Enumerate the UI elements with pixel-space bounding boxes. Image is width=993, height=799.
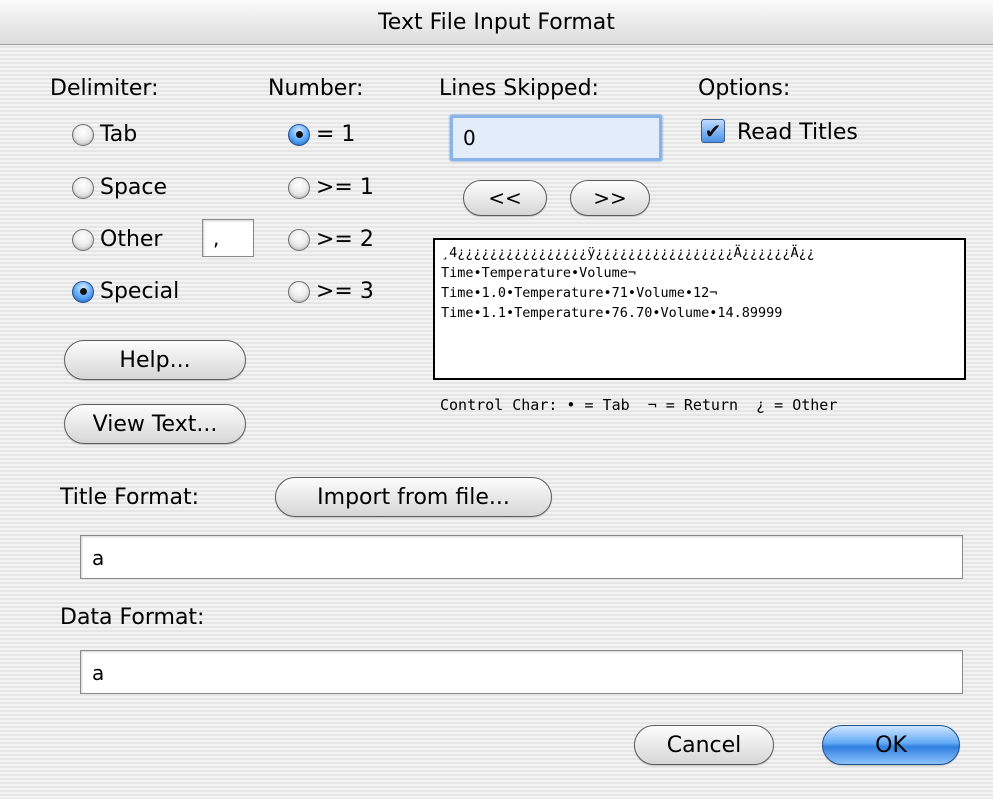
radio-icon <box>72 228 94 251</box>
import-from-file-button[interactable]: Import from file... <box>275 477 552 517</box>
lines-skipped-prev-button[interactable]: << <box>463 180 547 216</box>
radio-icon <box>288 123 310 146</box>
delimiter-space-radio[interactable]: Space <box>72 175 167 200</box>
control-char-legend: Control Char: • = Tab ¬ = Return ¿ = Oth… <box>440 396 838 414</box>
preview-line: Time•1.0•Temperature•71•Volume•12¬ <box>441 285 718 301</box>
lines-skipped-header: Lines Skipped: <box>439 76 599 101</box>
preview-line: Time•Temperature•Volume¬ <box>441 265 637 281</box>
options-header: Options: <box>698 76 791 101</box>
radio-label: >= 3 <box>316 279 374 304</box>
delimiter-header: Delimiter: <box>50 76 159 101</box>
title-format-label: Title Format: <box>60 485 200 510</box>
radio-label: Special <box>100 279 180 304</box>
radio-icon <box>72 123 94 146</box>
radio-icon <box>288 176 310 199</box>
delimiter-special-radio[interactable]: Special <box>72 279 179 304</box>
lines-skipped-next-button[interactable]: >> <box>570 180 650 216</box>
delimiter-other-radio[interactable]: Other <box>72 227 162 252</box>
read-titles-label: Read Titles <box>737 120 858 145</box>
help-button[interactable]: Help... <box>64 340 246 380</box>
number-ge2-radio[interactable]: >= 2 <box>288 227 374 252</box>
window-title: Text File Input Format <box>0 0 993 45</box>
radio-label: >= 1 <box>316 175 374 200</box>
radio-icon <box>288 280 310 303</box>
radio-icon <box>288 228 310 251</box>
radio-label: Other <box>100 227 163 252</box>
other-delimiter-input[interactable]: , <box>202 219 254 257</box>
dialog-window: Text File Input Format Delimiter: Number… <box>0 0 993 799</box>
radio-icon <box>72 280 94 303</box>
data-format-label: Data Format: <box>60 605 205 630</box>
title-format-input[interactable]: a <box>80 535 963 579</box>
radio-label: = 1 <box>316 122 356 147</box>
checkmark-icon: ✔ <box>704 119 722 143</box>
radio-label: >= 2 <box>316 227 374 252</box>
preview-line: ¸4¿¿¿¿¿¿¿¿¿¿¿¿¿¿¿¿ÿ¿¿¿¿¿¿¿¿¿¿¿¿¿¿¿¿¿Ä¿¿¿… <box>441 245 815 261</box>
ok-button[interactable]: OK <box>822 725 960 765</box>
radio-label: Space <box>100 175 168 200</box>
read-titles-checkbox[interactable]: ✔ <box>701 119 725 143</box>
number-ge3-radio[interactable]: >= 3 <box>288 279 374 304</box>
file-preview: ¸4¿¿¿¿¿¿¿¿¿¿¿¿¿¿¿¿ÿ¿¿¿¿¿¿¿¿¿¿¿¿¿¿¿¿¿Ä¿¿¿… <box>433 238 966 380</box>
radio-icon <box>72 176 94 199</box>
lines-skipped-input[interactable]: 0 <box>450 115 662 161</box>
radio-label: Tab <box>100 122 138 147</box>
delimiter-tab-radio[interactable]: Tab <box>72 122 137 147</box>
number-ge1-radio[interactable]: >= 1 <box>288 175 374 200</box>
cancel-button[interactable]: Cancel <box>634 725 774 765</box>
preview-line: Time•1.1•Temperature•76.70•Volume•14.899… <box>441 305 783 321</box>
data-format-input[interactable]: a <box>80 650 963 694</box>
number-eq1-radio[interactable]: = 1 <box>288 122 355 147</box>
number-header: Number: <box>268 76 364 101</box>
view-text-button[interactable]: View Text... <box>64 404 246 444</box>
